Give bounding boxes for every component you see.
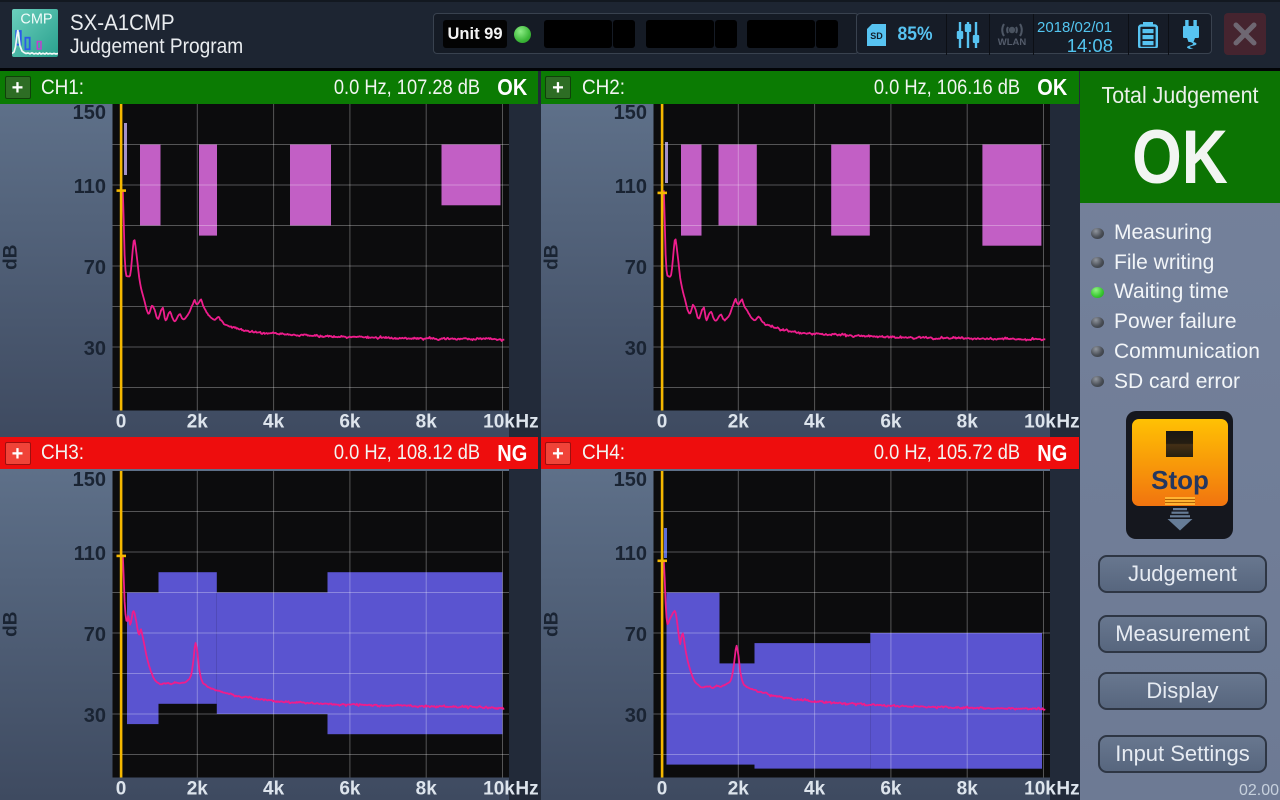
svg-text:6k: 6k (339, 779, 361, 800)
svg-text:CMP: CMP (20, 12, 52, 28)
svg-text:dB: dB (541, 245, 562, 270)
svg-text:0: 0 (116, 412, 127, 433)
svg-text:30: 30 (84, 705, 106, 727)
svg-text:6k: 6k (880, 412, 902, 433)
svg-text:0: 0 (656, 412, 667, 433)
svg-text:10k: 10k (483, 412, 515, 433)
svg-text:0: 0 (656, 779, 667, 800)
svg-text:110: 110 (614, 543, 646, 565)
svg-text:150: 150 (613, 469, 646, 491)
svg-text:dB: dB (541, 612, 562, 637)
svg-text:WLAN: WLAN (998, 37, 1027, 48)
svg-text:30: 30 (624, 338, 646, 360)
svg-text:110: 110 (74, 543, 106, 565)
svg-text:30: 30 (624, 705, 646, 727)
svg-text:6k: 6k (880, 779, 902, 800)
svg-text:dB: dB (1, 612, 22, 637)
svg-text:8k: 8k (956, 412, 978, 433)
svg-text:10k: 10k (1024, 412, 1056, 433)
svg-text:SD: SD (870, 31, 883, 41)
svg-text:70: 70 (84, 624, 106, 646)
svg-text:150: 150 (73, 104, 106, 124)
svg-text:4k: 4k (804, 779, 826, 800)
svg-text:150: 150 (613, 104, 646, 124)
svg-text:2k: 2k (187, 412, 209, 433)
svg-text:Hz: Hz (515, 779, 538, 800)
svg-text:Hz: Hz (1056, 412, 1079, 433)
svg-text:70: 70 (624, 624, 646, 646)
svg-text:2k: 2k (187, 779, 209, 800)
svg-text:4k: 4k (263, 412, 285, 433)
svg-text:Hz: Hz (1056, 779, 1079, 800)
svg-text:8k: 8k (416, 412, 438, 433)
svg-text:2k: 2k (727, 779, 749, 800)
svg-text:4k: 4k (804, 412, 826, 433)
svg-text:4k: 4k (263, 779, 285, 800)
svg-text:8k: 8k (956, 779, 978, 800)
svg-text:110: 110 (74, 176, 106, 198)
svg-text:10k: 10k (1024, 779, 1056, 800)
svg-text:6k: 6k (339, 412, 361, 433)
svg-text:8k: 8k (416, 779, 438, 800)
svg-text:70: 70 (84, 257, 106, 279)
svg-text:70: 70 (624, 257, 646, 279)
svg-text:110: 110 (614, 176, 646, 198)
svg-text:0: 0 (116, 779, 127, 800)
svg-text:150: 150 (73, 469, 106, 491)
svg-text:30: 30 (84, 338, 106, 360)
svg-text:Hz: Hz (515, 412, 538, 433)
svg-text:2k: 2k (727, 412, 749, 433)
svg-text:dB: dB (1, 245, 22, 270)
svg-text:10k: 10k (483, 779, 515, 800)
